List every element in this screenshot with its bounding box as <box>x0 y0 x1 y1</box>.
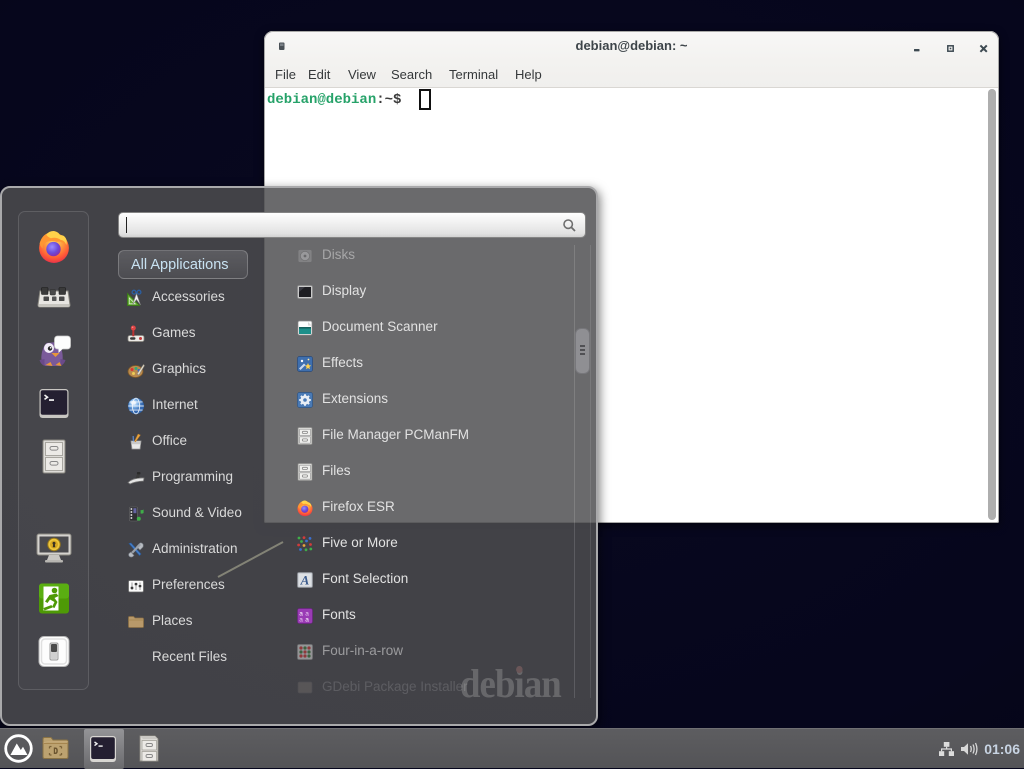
svg-text:a: a <box>299 617 303 624</box>
svg-text:A: A <box>300 572 310 587</box>
svg-text:a: a <box>305 617 309 624</box>
